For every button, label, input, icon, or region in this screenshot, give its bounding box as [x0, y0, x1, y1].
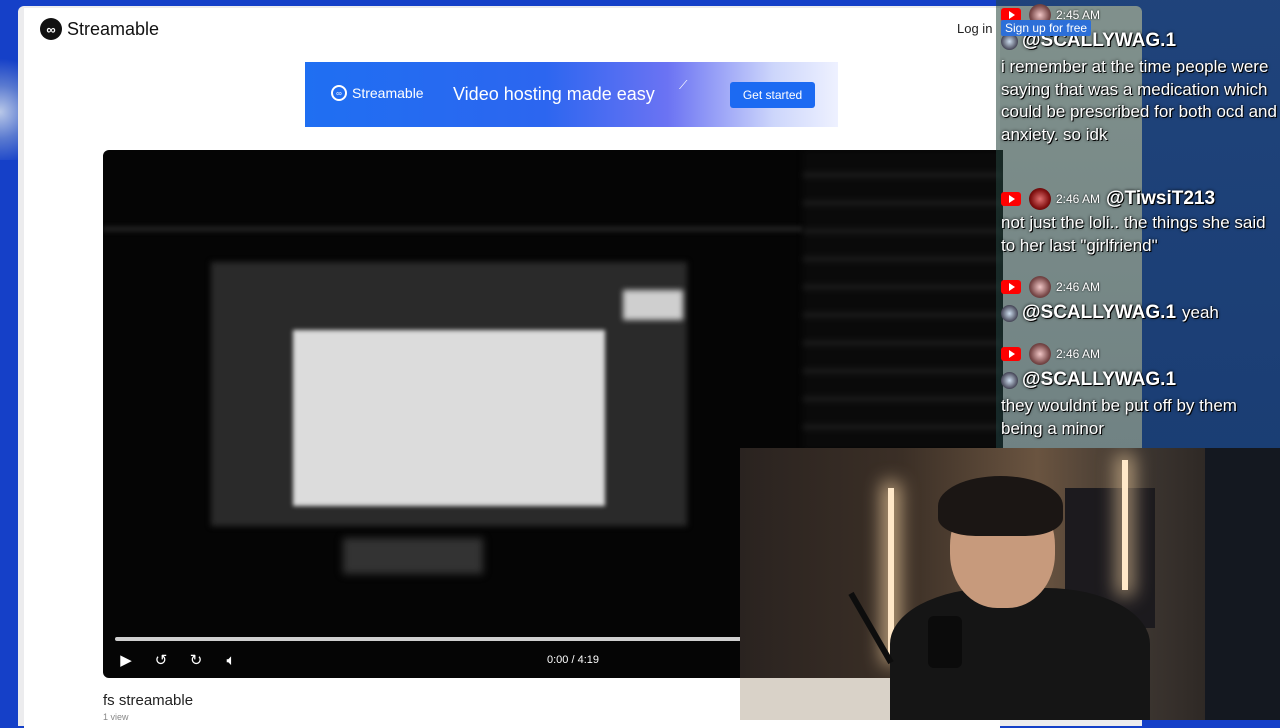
video-progress-bar[interactable]	[115, 637, 815, 641]
youtube-icon	[1001, 192, 1021, 206]
rewind-10-icon[interactable]: ↺	[150, 649, 172, 671]
forward-10-icon[interactable]: ↻	[185, 649, 207, 671]
chat-timestamp: 2:46 AM	[1056, 192, 1101, 206]
chat-text: i remember at the time people were sayin…	[1001, 57, 1277, 144]
chat-timestamp: 2:46 AM	[1056, 347, 1101, 361]
chat-message: 2:46 AM @TiwsiT213 not just the loli.. t…	[1001, 188, 1277, 257]
banner-brand: ∞ Streamable	[331, 85, 424, 101]
user-badge-icon	[1001, 371, 1018, 389]
chat-text: not just the loli.. the things she said …	[1001, 213, 1266, 255]
blurred-video-content	[103, 226, 803, 232]
blurred-video-content	[343, 538, 483, 574]
webcam-scene	[1122, 460, 1128, 590]
logo-infinity-icon: ∞	[40, 18, 62, 40]
banner-logo-icon: ∞	[331, 85, 347, 101]
chat-username: @SCALLYWAG.1	[1022, 302, 1177, 323]
youtube-icon	[1001, 280, 1021, 294]
avatar	[1029, 276, 1051, 298]
user-badge-icon	[1001, 304, 1018, 322]
login-link[interactable]: Log in	[957, 21, 992, 36]
playback-time: 0:00 / 4:19	[547, 654, 599, 666]
avatar	[1029, 343, 1051, 365]
avatar	[1029, 188, 1051, 210]
view-count: 1 view	[103, 712, 129, 722]
webcam-overlay	[740, 448, 1280, 720]
play-icon[interactable]: ▶	[115, 649, 137, 671]
player-controls: ▶ ↺ ↻ 🔈︎ 0:00 / 4:19	[103, 646, 843, 678]
streamer-figure	[938, 476, 1063, 536]
chat-overlay: 2:45 AM @SCALLYWAG.1 i remember at the t…	[996, 0, 1280, 448]
chat-timestamp: 2:46 AM	[1056, 280, 1101, 294]
chat-username: @TiwsiT213	[1106, 188, 1216, 209]
chat-message: 2:46 AM @SCALLYWAG.1 yeah	[1001, 276, 1277, 328]
microphone	[928, 616, 962, 668]
banner-brand-text: Streamable	[352, 85, 424, 101]
webcam-scene	[1205, 448, 1280, 720]
blurred-video-content	[293, 330, 605, 506]
chat-message: 2:46 AM @SCALLYWAG.1 they wouldnt be put…	[1001, 343, 1277, 440]
blurred-video-content	[803, 150, 1003, 450]
banner-headline: Video hosting made easy	[453, 84, 655, 104]
get-started-button[interactable]: Get started	[730, 82, 815, 108]
logo-text: Streamable	[67, 18, 160, 39]
promo-banner[interactable]: ∞ Streamable Video hosting made easy ⟋ G…	[305, 62, 838, 127]
sign-up-button[interactable]: Sign up for free	[1001, 20, 1092, 36]
streamable-logo[interactable]: ∞ Streamable	[40, 18, 159, 40]
video-title: fs streamable	[103, 692, 194, 709]
youtube-icon	[1001, 347, 1021, 361]
chat-text: yeah	[1182, 302, 1219, 322]
mic-arm	[848, 591, 894, 665]
chat-username: @SCALLYWAG.1	[1022, 369, 1177, 390]
blurred-video-content	[623, 290, 683, 320]
volume-icon[interactable]: 🔈︎	[220, 649, 242, 671]
chat-text: they wouldnt be put off by them being a …	[1001, 396, 1237, 438]
sparkle-icon: ⟋	[679, 78, 688, 92]
